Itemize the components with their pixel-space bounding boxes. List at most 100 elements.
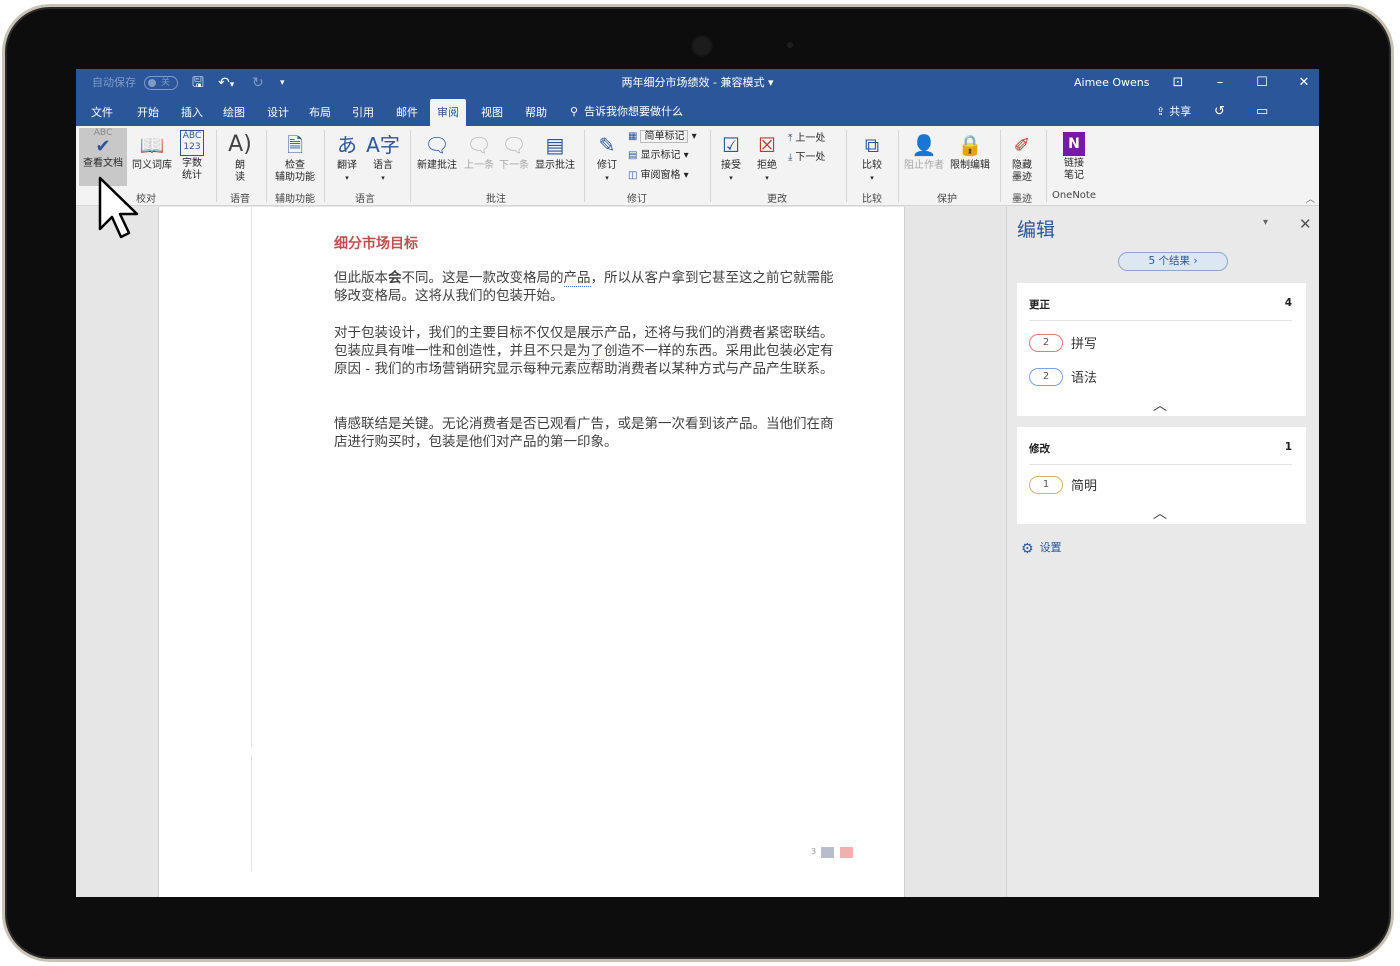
tab-home[interactable]: 开始 xyxy=(130,99,166,126)
tell-me-box[interactable]: ⚲ 告诉我你想要做什么 xyxy=(570,97,683,126)
minimize-icon[interactable]: – xyxy=(1198,69,1242,97)
show-comments-button[interactable]: ▤ 显示批注 xyxy=(532,132,578,172)
tab-mailings[interactable]: 邮件 xyxy=(389,99,425,126)
group-speech-label: 语音 xyxy=(230,194,250,205)
grammar-count: 2 xyxy=(1029,367,1063,386)
book-icon: 📖 xyxy=(139,133,165,157)
accept-icon: ☑ xyxy=(722,133,740,157)
tab-help[interactable]: 帮助 xyxy=(518,99,554,126)
group-ink-label: 墨迹 xyxy=(1012,194,1032,205)
block-authors-button[interactable]: 👤 阻止作者 xyxy=(902,132,946,172)
thesaurus-button[interactable]: 📖 同义词库 xyxy=(130,132,174,172)
previous-change-button[interactable]: ⤒ 上一处 xyxy=(788,132,825,146)
group-separator xyxy=(710,130,711,202)
read-aloud-button[interactable]: A) 朗 读 xyxy=(222,132,258,184)
check-accessibility-label-2: 辅助功能 xyxy=(275,172,315,183)
compare-button[interactable]: ⧉ 比较 ▾ xyxy=(854,132,890,184)
document-heading[interactable]: 细分市场目标 xyxy=(334,233,418,253)
corrections-title: 更正 xyxy=(1029,299,1050,311)
corrections-card: 更正 4 2 拼写 2 语法 ︿ xyxy=(1017,283,1306,416)
review-pane-button[interactable]: ◫ 审阅窗格 ▾ xyxy=(628,169,689,183)
restrict-editing-button[interactable]: 🔒 限制编辑 xyxy=(948,132,992,172)
refinement-flag[interactable]: 为了 xyxy=(577,343,604,360)
document-page[interactable]: 细分市场目标 但此版本会不同。这是一款改变格局的产品，所以从客户拿到它甚至这之前… xyxy=(158,207,905,897)
track-changes-dropdown-icon: ▾ xyxy=(605,174,609,182)
ribbon-display-icon[interactable]: ⊡ xyxy=(1156,69,1200,97)
check-accessibility-button[interactable]: 🗎 检查 辅助功能 xyxy=(270,132,320,184)
tab-draw[interactable]: 绘图 xyxy=(216,99,252,126)
tab-references[interactable]: 引用 xyxy=(345,99,381,126)
reject-button[interactable]: ☒ 拒绝 ▾ xyxy=(750,132,784,184)
history-icon[interactable]: ↺ xyxy=(1214,97,1225,126)
tab-review[interactable]: 审阅 xyxy=(430,99,466,126)
reject-dropdown-icon: ▾ xyxy=(765,174,769,182)
word-count-label-1: 字数 xyxy=(182,158,202,169)
share-button[interactable]: ⇪ 共享 xyxy=(1156,97,1191,126)
compare-icon: ⧉ xyxy=(864,133,880,157)
lock-icon: 🔒 xyxy=(957,133,983,157)
track-changes-button[interactable]: ✎ 修订 ▾ xyxy=(590,132,624,184)
abc123-icon: ABC 123 xyxy=(180,130,204,156)
paragraph-1[interactable]: 但此版本会不同。这是一款改变格局的产品，所以从客户拿到它甚至这之前它就需能够改变… xyxy=(334,269,834,305)
translate-button[interactable]: あ 翻译 ▾ xyxy=(330,132,364,184)
word-count-button[interactable]: ABC 123 字数 统计 xyxy=(176,130,208,182)
group-tracking-label: 修订 xyxy=(627,194,647,205)
tab-design[interactable]: 设计 xyxy=(260,99,296,126)
settings-link[interactable]: ⚙ 设置 xyxy=(1021,539,1062,557)
results-button[interactable]: 5 个结果 › xyxy=(1118,252,1228,271)
new-comment-button[interactable]: 🗨 新建批注 xyxy=(414,132,460,172)
title-bar: 自动保存 关 🖫 ↶▾ ↻ ▾ 两年细分市场绩效 - 兼容模式 ▾ Aimee … xyxy=(76,69,1319,97)
grammar-item[interactable]: 2 语法 xyxy=(1029,366,1097,386)
linked-notes-label-1: 链接 xyxy=(1064,158,1084,169)
simple-markup-dropdown[interactable]: ▦ 简单标记 ▾ xyxy=(628,130,697,144)
read-aloud-label-2: 读 xyxy=(235,172,245,183)
chevron-up-icon[interactable]: ︿ xyxy=(1153,395,1167,415)
pane-title: 编辑 xyxy=(1017,219,1056,241)
tab-view[interactable]: 视图 xyxy=(474,99,510,126)
next-change-button[interactable]: ⤓ 下一处 xyxy=(788,151,825,165)
markup-icon: ▦ xyxy=(628,131,638,142)
hide-ink-button[interactable]: ✐ 隐藏 墨迹 xyxy=(1004,132,1040,184)
pane-options-icon[interactable]: ▾ xyxy=(1263,217,1268,228)
new-comment-label: 新建批注 xyxy=(417,160,457,171)
review-pane-icon: ◫ xyxy=(628,170,638,181)
tab-file[interactable]: 文件 xyxy=(84,99,120,126)
accept-button[interactable]: ☑ 接受 ▾ xyxy=(714,132,748,184)
text-run: 但此版本 xyxy=(334,270,388,286)
next-comment-button[interactable]: 🗨 下一条 xyxy=(497,132,531,172)
collapse-ribbon-icon[interactable]: ︿ xyxy=(1306,192,1315,205)
accessibility-icon: 🗎 xyxy=(286,133,304,157)
grammar-flag[interactable]: 产品 xyxy=(563,270,591,287)
grammar-label: 语法 xyxy=(1071,371,1098,386)
close-icon[interactable]: ✕ xyxy=(1282,69,1319,97)
card-divider xyxy=(1029,320,1292,321)
previous-change-icon: ⤒ xyxy=(788,133,793,144)
show-markup-button[interactable]: ▤ 显示标记 ▾ xyxy=(628,149,689,163)
chevron-up-icon[interactable]: ︿ xyxy=(1153,503,1167,523)
light-sensor xyxy=(787,42,793,48)
linked-notes-button[interactable]: N 链接 笔记 xyxy=(1052,132,1096,182)
paragraph-3[interactable]: 情感联结是关键。无论消费者是否已观看广告，或是第一次看到该产品。当他们在商店进行… xyxy=(334,415,834,451)
spelling-item[interactable]: 2 拼写 xyxy=(1029,332,1097,352)
group-separator xyxy=(1000,130,1001,202)
show-comments-label: 显示批注 xyxy=(535,160,575,171)
camera-lens xyxy=(693,37,711,55)
conciseness-item[interactable]: 1 简明 xyxy=(1029,474,1097,494)
user-name[interactable]: Aimee Owens xyxy=(1074,69,1149,97)
language-button[interactable]: A字 语言 ▾ xyxy=(366,132,400,184)
document-area: 细分市场目标 但此版本会不同。这是一款改变格局的产品，所以从客户拿到它甚至这之前… xyxy=(76,207,1006,897)
next-comment-icon: 🗨 xyxy=(501,133,527,157)
corrections-count: 4 xyxy=(1284,297,1292,309)
previous-comment-button[interactable]: 🗨 上一条 xyxy=(462,132,496,172)
tab-layout[interactable]: 布局 xyxy=(302,99,338,126)
conciseness-count: 1 xyxy=(1029,475,1063,494)
comments-icon[interactable]: ▭ xyxy=(1256,97,1268,126)
tab-insert[interactable]: 插入 xyxy=(174,99,210,126)
paragraph-2[interactable]: 对于包装设计，我们的主要目标不仅仅是展示产品，还将与我们的消费者紧密联结。包装应… xyxy=(334,324,834,378)
maximize-icon[interactable]: ☐ xyxy=(1240,69,1284,97)
show-markup-icon: ▤ xyxy=(628,150,638,161)
hide-ink-label-1: 隐藏 xyxy=(1012,160,1032,171)
simple-markup-label: 简单标记 xyxy=(640,130,689,143)
pane-close-icon[interactable]: ✕ xyxy=(1299,215,1312,233)
show-comments-icon: ▤ xyxy=(545,133,565,157)
